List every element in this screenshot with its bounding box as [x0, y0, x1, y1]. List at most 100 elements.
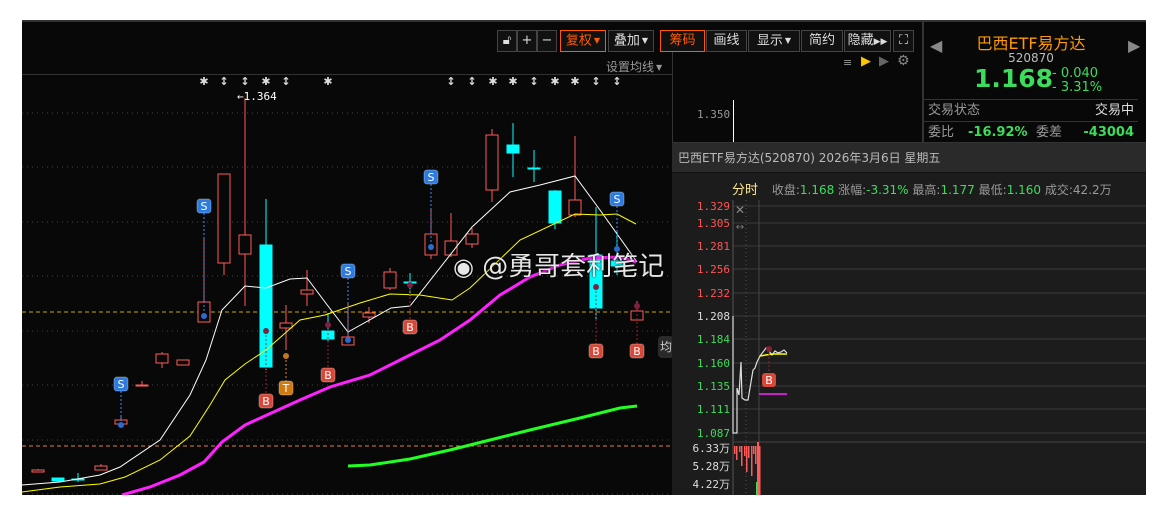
- candle-body: [279, 322, 293, 329]
- signal-dot: [428, 244, 434, 250]
- watermark-text: @勇哥套利笔记: [482, 252, 665, 282]
- double-arrow-icon: ▶▶: [873, 37, 888, 47]
- buy-signal-label: B: [324, 369, 332, 382]
- high-value: 1.364: [243, 90, 277, 103]
- weibi-value: -16.92%: [968, 125, 1028, 140]
- arrow-marker-icon: ↕: [529, 75, 538, 88]
- star-marker-icon: ✱: [508, 75, 517, 88]
- signal-dot: [634, 303, 640, 309]
- candle-body: [238, 234, 252, 255]
- gear-icon[interactable]: ⚙: [897, 53, 910, 69]
- buy-signal-label: B: [592, 345, 600, 358]
- price-change-pct: - 3.31%: [1052, 80, 1103, 95]
- avg-price-line: [759, 353, 787, 357]
- expand-icon: ↔: [736, 222, 744, 233]
- buy-signal-label: B: [406, 321, 414, 334]
- signal-dot: [325, 322, 331, 328]
- volume-bar: [753, 446, 755, 454]
- star-marker-icon: ✱: [550, 75, 559, 88]
- weibi-row: 委比 -16.92% 委差 -43004: [924, 121, 1138, 143]
- list-icon[interactable]: ≡: [843, 56, 852, 69]
- candle-body: [217, 173, 231, 264]
- star-marker-icon: ✱: [323, 75, 332, 88]
- next-icon[interactable]: ▶: [879, 54, 889, 69]
- candle-body: [527, 167, 541, 170]
- signal-dot: [593, 284, 599, 290]
- weicha-label: 委差: [1036, 125, 1063, 140]
- quote-panel: ◀ ▶ 巴西ETF易方达 520870 1.168 - 0.040 - 3.31…: [922, 22, 1146, 144]
- volume-bar: [741, 446, 743, 466]
- weibo-logo-icon: ◉: [453, 253, 474, 281]
- volume-bar: [751, 446, 753, 476]
- star-marker-icon: ✱: [261, 75, 270, 88]
- fullscreen-icon: ⛶: [898, 33, 909, 48]
- buy-signal-label: B: [765, 374, 773, 387]
- status-row: 交易状态 交易中: [924, 99, 1138, 121]
- arrow-marker-icon: ↕: [446, 75, 455, 88]
- weibi-label: 委比: [928, 125, 955, 140]
- xianshi-dropdown[interactable]: 显示 ▼: [748, 30, 800, 52]
- arrow-marker-icon: ↕: [591, 75, 600, 88]
- sell-signal-label: S: [428, 171, 435, 184]
- mid-panel: ≡ ▶ ▶ ⚙ 1.350: [672, 52, 922, 150]
- candle-body: [485, 134, 499, 191]
- candle-body: [506, 144, 520, 154]
- signal-dot: [345, 337, 351, 343]
- volume-bar: [736, 446, 738, 460]
- huaxian-button[interactable]: 画线: [706, 30, 747, 52]
- volume-bar: [748, 446, 750, 458]
- signal-dot: [201, 313, 207, 319]
- arrow-marker-icon: ↕: [240, 75, 249, 88]
- watermark: ◉ @勇哥套利笔记: [453, 246, 664, 283]
- candle-body: [362, 312, 376, 318]
- arrow-marker-icon: ↕: [467, 75, 476, 88]
- status-value: 交易中: [1094, 103, 1134, 118]
- signal-dot: [283, 353, 289, 359]
- candle-body: [300, 289, 314, 295]
- volume-bar: [755, 446, 757, 464]
- volume-bar: [739, 446, 741, 452]
- candle-body: [135, 384, 149, 387]
- volume-bar: [744, 446, 746, 456]
- volume-bar: [759, 446, 761, 495]
- ma60-line: [347, 404, 638, 468]
- star-marker-icon: ✱: [488, 75, 497, 88]
- status-label: 交易状态: [928, 103, 981, 118]
- sell-signal-label: S: [614, 193, 621, 206]
- volume-bar: [756, 482, 758, 495]
- security-code: 520870: [1008, 51, 1054, 65]
- sell-signal-label: S: [345, 265, 352, 278]
- t-signal-label: T: [282, 382, 290, 395]
- candle-body: [31, 469, 45, 473]
- candle-body: [155, 353, 169, 364]
- star-marker-icon: ✱: [199, 75, 208, 88]
- fullscreen-button[interactable]: ⛶: [893, 30, 914, 52]
- weicha-value: -43004: [1083, 125, 1134, 140]
- buy-signal-label: B: [633, 345, 641, 358]
- candle-body: [568, 199, 582, 216]
- yincang-label: 隐藏: [847, 33, 874, 48]
- caret-down-icon: ▼: [784, 36, 792, 45]
- intraday-chart: ✕ ↔ B: [732, 200, 1146, 495]
- sell-signal-label: S: [201, 200, 208, 213]
- star-marker-icon: ✱: [570, 75, 579, 88]
- volume-bar: [734, 446, 736, 454]
- signal-dot: [263, 328, 269, 334]
- yincang-button[interactable]: 隐藏▶▶: [844, 30, 891, 52]
- candle-body: [548, 190, 562, 224]
- high-annotation: ←1.364: [237, 90, 277, 103]
- buy-signal-label: B: [262, 395, 270, 408]
- candle-body: [51, 477, 65, 482]
- candle-body: [383, 271, 397, 289]
- xianshi-label: 显示: [756, 33, 783, 49]
- price-label: 1.350: [697, 108, 731, 121]
- signal-dot: [118, 422, 124, 428]
- arrow-marker-icon: ↕: [612, 75, 621, 88]
- close-icon: ✕: [735, 203, 745, 217]
- candle-body: [94, 465, 108, 471]
- candle-body: [465, 233, 479, 245]
- jianyue-button[interactable]: 简约: [801, 30, 843, 52]
- candle-body: [176, 359, 190, 366]
- play-icon[interactable]: ▶: [861, 54, 871, 69]
- arrow-marker-icon: ↕: [281, 75, 290, 88]
